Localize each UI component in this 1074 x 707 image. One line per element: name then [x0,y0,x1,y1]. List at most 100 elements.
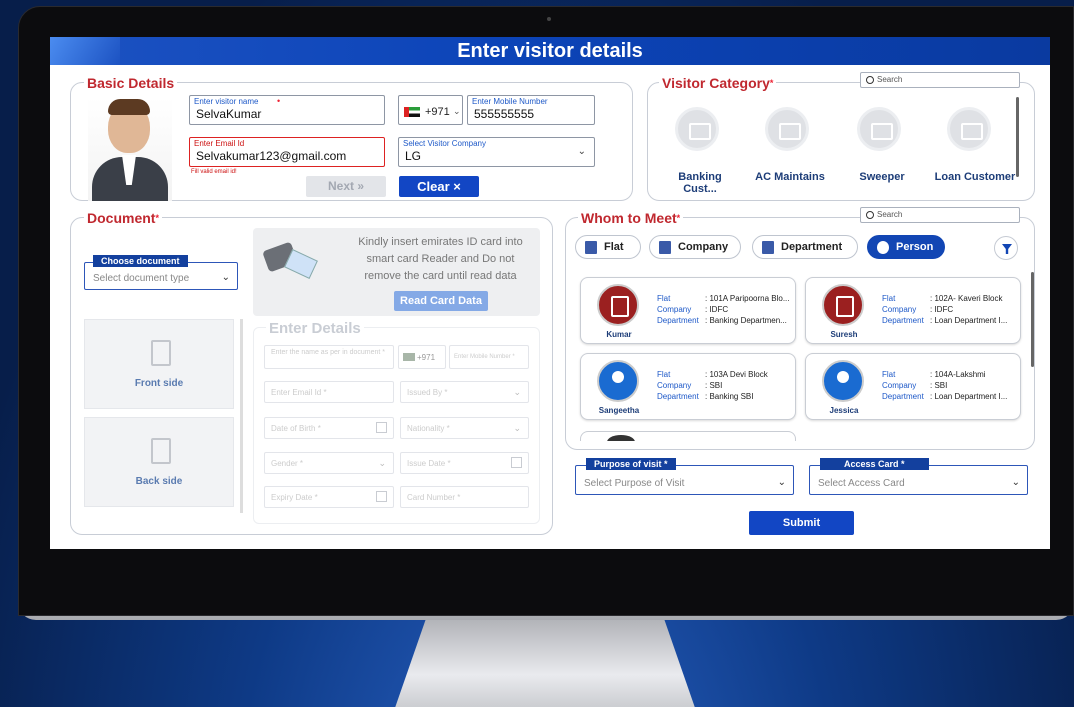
calendar-icon[interactable] [376,422,387,433]
tab-department[interactable]: Department [752,235,858,259]
category-icon [857,107,901,151]
choose-document-label: Choose document [93,255,188,267]
next-button[interactable]: Next » [306,176,386,197]
chevron-down-icon: ⌄ [453,106,461,116]
category-banking[interactable]: Banking Cust... [660,171,740,195]
document-title: Document* [84,210,162,226]
doc-gender-select[interactable]: Gender * ⌄ [264,452,394,474]
purpose-placeholder: Select Purpose of Visit [584,478,685,489]
card-reader-instructions: Kindly insert emirates ID card into smar… [358,236,523,282]
category-sweeper[interactable]: Sweeper [842,171,922,183]
person-card-suresh[interactable]: Suresh Flat: 102A- Kaveri Block Company:… [805,277,1021,344]
calendar-icon[interactable] [511,457,522,468]
visitor-category-title: Visitor Category* [659,75,777,91]
access-card-placeholder: Select Access Card [818,478,905,489]
idfc-logo-icon [597,284,639,326]
chevron-down-icon: ⌄ [777,477,786,488]
whom-search-input[interactable]: Search [860,207,1020,223]
submit-button[interactable]: Submit [749,511,854,535]
person-name: Suresh [830,330,858,339]
read-card-data-button[interactable]: Read Card Data [394,291,488,311]
back-side-upload[interactable]: Back side [84,417,234,507]
person-card-sangeetha[interactable]: Sangeetha Flat: 103A Devi Block Company:… [580,353,796,420]
category-icon [765,107,809,151]
filter-icon [1002,244,1012,254]
purpose-of-visit-select[interactable]: Purpose of visit * Select Purpose of Vis… [575,458,794,495]
purpose-of-visit-label: Purpose of visit * [586,458,676,470]
visitor-company-select[interactable]: Select Visitor Company LG ⌄ [398,137,595,167]
building-icon [585,241,597,254]
person-name: Kumar [606,330,632,339]
person-name: Jessica [829,406,859,415]
person-card-partial[interactable] [580,431,796,441]
doc-country-code[interactable]: +971 [398,345,446,369]
mobile-number-field[interactable]: Enter Mobile Number 555555555 [467,95,595,125]
visitor-company-value: LG [405,149,422,163]
choose-document-placeholder: Select document type [93,273,190,284]
person-name: Sangeetha [598,406,640,415]
camera-icon [547,17,551,21]
category-scrollbar[interactable] [1016,97,1019,177]
uae-flag-icon [404,107,420,117]
visitor-photo [88,97,172,201]
visitor-name-field[interactable]: Enter visitor name • SelvaKumar [189,95,385,125]
tab-company[interactable]: Company [649,235,741,259]
visitor-name-value: SelvaKumar [196,107,262,121]
whom-to-meet-title: Whom to Meet* [578,210,684,226]
document-icon [151,340,171,366]
country-code-value: +971 [425,106,450,118]
front-side-label: Front side [134,378,184,389]
category-icon [675,107,719,151]
front-side-upload[interactable]: Front side [84,319,234,409]
email-field[interactable]: Enter Email Id Selvakumar123@gmail.com [189,137,385,167]
doc-card-number-field[interactable]: Card Number * [400,486,529,508]
person-card-kumar[interactable]: Kumar Flat: 101A Paripoorna Blo... Compa… [580,277,796,344]
chevron-down-icon: ⌄ [577,146,586,157]
country-code-select[interactable]: +971 ⌄ [398,95,463,125]
person-card-jessica[interactable]: Jessica Flat: 104A-Lakshmi Company: SBI … [805,353,1021,420]
category-search-input[interactable]: Search [860,72,1020,88]
doc-issue-date-field[interactable]: Issue Date * [400,452,529,474]
card-reader-box: Kindly insert emirates ID card into smar… [253,228,540,316]
doc-expiry-date-field[interactable]: Expiry Date * [264,486,394,508]
monitor-stand [393,618,697,707]
email-value: Selvakumar123@gmail.com [196,149,347,163]
doc-issued-by-select[interactable]: Issued By * ⌄ [400,381,529,403]
choose-document-select[interactable]: Choose document Select document type ⌄ [84,255,238,290]
doc-email-field[interactable]: Enter Email Id * [264,381,394,403]
category-loan-customer[interactable]: Loan Customer [932,171,1018,183]
visitor-name-label: Enter visitor name [194,97,259,106]
email-label: Enter Email Id [194,139,245,148]
category-icon [947,107,991,151]
tab-person[interactable]: Person [867,235,945,259]
category-ac-maintains[interactable]: AC Maintains [750,171,830,183]
sbi-logo-icon [597,360,639,402]
filter-button[interactable] [994,236,1018,260]
company-icon [659,241,671,254]
doc-mobile-field[interactable]: Enter Mobile Number * [449,345,529,369]
idfc-logo-icon [822,284,864,326]
person-list-scrollbar[interactable] [1031,272,1034,367]
access-card-label: Access Card * [820,458,929,470]
email-error-text: Fill valid email id! [191,169,237,175]
visitor-company-label: Select Visitor Company [403,139,486,148]
calendar-icon[interactable] [376,491,387,502]
doc-name-field[interactable]: Enter the name as per in document * [264,345,394,369]
person-icon [877,241,889,254]
mobile-number-label: Enter Mobile Number [472,97,548,106]
enter-details-title: Enter Details [266,320,364,337]
sbi-logo-icon [822,360,864,402]
access-card-select[interactable]: Access Card * Select Access Card ⌄ [809,458,1028,495]
doc-dob-field[interactable]: Date of Birth * [264,417,394,439]
mobile-number-value: 555555555 [474,107,535,121]
chevron-down-icon: ⌄ [1011,477,1020,488]
document-icon [151,438,171,464]
department-icon [762,241,774,254]
clear-button[interactable]: Clear × [399,176,479,197]
card-reader-icon [262,241,319,279]
tab-flat[interactable]: Flat [575,235,641,259]
basic-details-title: Basic Details [84,75,178,91]
doc-nationality-select[interactable]: Nationality * ⌄ [400,417,529,439]
chevron-down-icon: ⌄ [221,272,230,283]
back-side-label: Back side [135,476,183,487]
